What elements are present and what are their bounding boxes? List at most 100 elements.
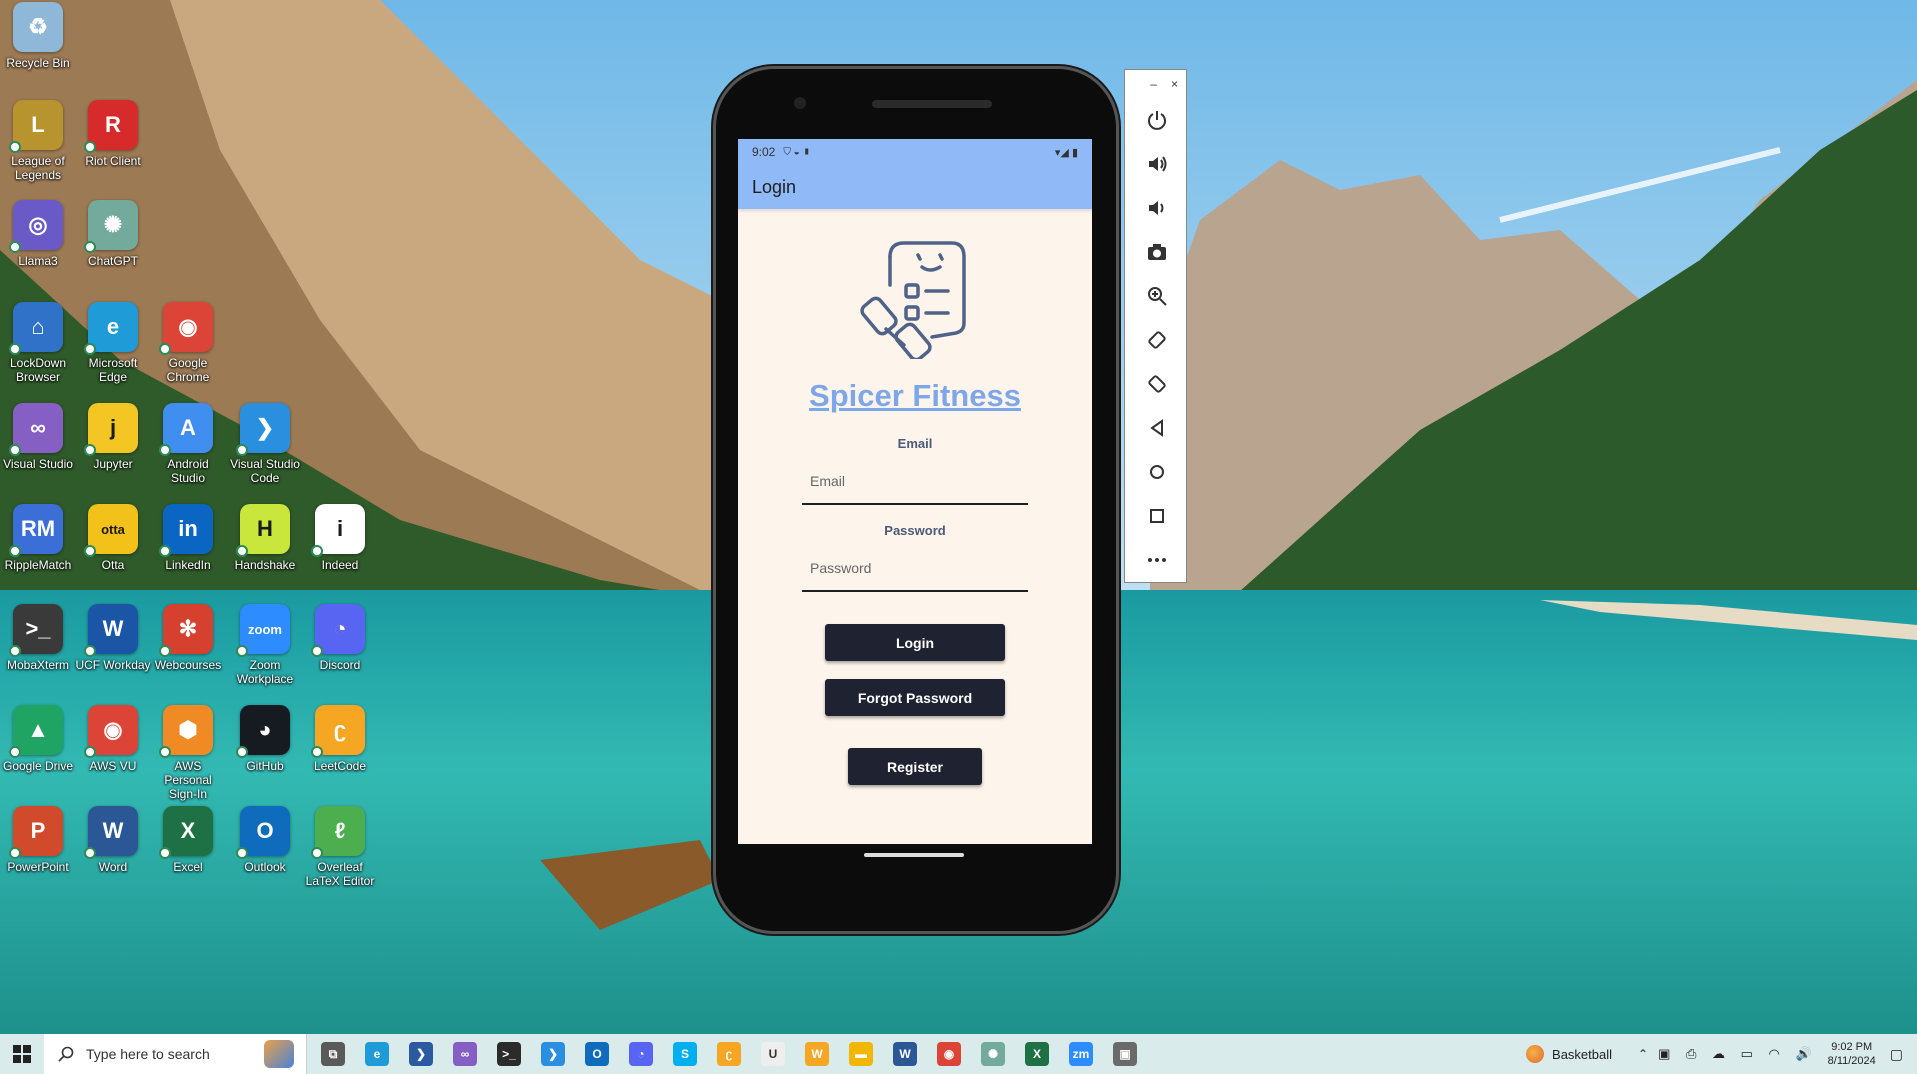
tray-icons[interactable]: ▣ ⎙ ☁ ▭ ◠ 🔊	[1658, 1046, 1818, 1062]
screenshot-button[interactable]	[1125, 230, 1188, 274]
excel-taskbar-button[interactable]: X	[1015, 1034, 1059, 1074]
rotate-right-button[interactable]	[1125, 362, 1188, 406]
rotate-left-icon	[1147, 331, 1166, 349]
desktop-icon-excel[interactable]: X Excel	[150, 806, 226, 874]
desktop-icon-github[interactable]: ◕ GitHub	[227, 705, 303, 773]
terminal-taskbar-button[interactable]: >_	[487, 1034, 531, 1074]
app-bar-title: Login	[752, 176, 797, 197]
desktop-icon-league-of-legends[interactable]: L League of Legends	[0, 100, 76, 182]
skype-icon: S	[673, 1042, 697, 1066]
visual-studio-taskbar-button[interactable]: ∞	[443, 1034, 487, 1074]
phone-screen[interactable]: 9:02 ⛉ ◒ ▮ ▾◢ ▮ Login Spicer Fitness Ema…	[738, 139, 1092, 844]
back-icon	[1149, 419, 1163, 437]
desktop-icon-jupyter[interactable]: j Jupyter	[75, 403, 151, 471]
recycle-bin-icon: ♻	[13, 2, 63, 52]
desktop-icon-google-drive[interactable]: ▲ Google Drive	[0, 705, 76, 773]
desktop-icon-label: Microsoft Edge	[88, 356, 138, 384]
emulator-taskbar-button[interactable]: ▣	[1103, 1034, 1147, 1074]
desktop-icon-otta[interactable]: otta Otta	[75, 504, 151, 572]
edge-taskbar-button[interactable]: e	[355, 1034, 399, 1074]
desktop-icon-aws-personal-sign-in[interactable]: ⬢ AWS Personal Sign-In	[150, 705, 226, 801]
desktop-icon-word[interactable]: W Word	[75, 806, 151, 874]
desktop-icon-zoom-workplace[interactable]: zoom Zoom Workplace	[227, 604, 303, 686]
overview-button[interactable]	[1125, 494, 1188, 538]
chatgpt-taskbar-button[interactable]: ✺	[971, 1034, 1015, 1074]
desktop-icon-linkedin[interactable]: in LinkedIn	[150, 504, 226, 572]
desktop-icon-google-chrome[interactable]: ◉ Google Chrome	[150, 302, 226, 384]
chevron-up-icon[interactable]: ⌃	[1638, 1047, 1648, 1061]
rotate-right-icon	[1147, 375, 1166, 393]
login-button[interactable]: Login	[825, 624, 1005, 661]
leetcode-taskbar-button[interactable]: ʗ	[707, 1034, 751, 1074]
desktop-icon-label: PowerPoint	[7, 860, 69, 874]
desktop-icon-android-studio[interactable]: A Android Studio	[150, 403, 226, 485]
word-taskbar-button[interactable]: W	[883, 1034, 927, 1074]
desktop-icon-leetcode[interactable]: ʗ LeetCode	[302, 705, 378, 773]
app-brand-link[interactable]: Spicer Fitness	[738, 378, 1092, 414]
zoom-button[interactable]	[1125, 274, 1188, 318]
volume-up-button[interactable]	[1125, 142, 1188, 186]
workday-taskbar-button[interactable]: W	[795, 1034, 839, 1074]
notification-center-icon[interactable]: ▢	[1890, 1046, 1903, 1063]
close-button[interactable]: ×	[1171, 77, 1178, 91]
password-field[interactable]	[802, 546, 1028, 590]
register-button[interactable]: Register	[848, 748, 982, 785]
sync-check-icon	[9, 343, 21, 355]
desktop-icon-overleaf-latex-editor[interactable]: ℓ Overleaf LaTeX Editor	[302, 806, 378, 888]
desktop-icon-riot-client[interactable]: R Riot Client	[75, 100, 151, 168]
back-button[interactable]	[1125, 406, 1188, 450]
desktop-icon-mobaxterm[interactable]: >_ MobaXterm	[0, 604, 76, 672]
vscode-taskbar-button[interactable]: ❯	[531, 1034, 575, 1074]
desktop-icon-visual-studio-code[interactable]: ❯ Visual Studio Code	[227, 403, 303, 485]
desktop-icon-outlook[interactable]: O Outlook	[227, 806, 303, 874]
forgot-password-button[interactable]: Forgot Password	[825, 679, 1005, 716]
task-view-taskbar-button[interactable]: ⧉	[311, 1034, 355, 1074]
desktop-icon-ucf-workday[interactable]: W UCF Workday	[75, 604, 151, 672]
clock[interactable]: 9:02 PM 8/11/2024	[1828, 1040, 1876, 1068]
desktop-icon-label: GitHub	[246, 759, 284, 773]
sync-check-icon	[159, 444, 171, 456]
email-field[interactable]	[802, 459, 1028, 503]
desktop-icon-microsoft-edge[interactable]: e Microsoft Edge	[75, 302, 151, 384]
home-button[interactable]	[1125, 450, 1188, 494]
desktop-icon-recycle-bin[interactable]: ♻ Recycle Bin	[0, 2, 76, 70]
start-button[interactable]	[0, 1034, 44, 1074]
desktop-icon-ripplematch[interactable]: RM RippleMatch	[0, 504, 76, 572]
desktop-icon-visual-studio[interactable]: ∞ Visual Studio	[0, 403, 76, 471]
desktop-icon-llama3[interactable]: ◎ Llama3	[0, 200, 76, 268]
desktop-icon-discord[interactable]: ◔ Discord	[302, 604, 378, 672]
ucf-taskbar-button[interactable]: U	[751, 1034, 795, 1074]
desktop-icon-indeed[interactable]: i Indeed	[302, 504, 378, 572]
power-button[interactable]	[1125, 98, 1188, 142]
microsoft-edge-icon: e	[84, 302, 138, 355]
sync-check-icon	[159, 545, 171, 557]
desktop-icon-powerpoint[interactable]: P PowerPoint	[0, 806, 76, 874]
sync-check-icon	[236, 444, 248, 456]
volume-down-button[interactable]	[1125, 186, 1188, 230]
discord-icon: ◔	[311, 604, 365, 657]
lockdown-browser-icon: ⌂	[9, 302, 63, 355]
desktop-icon-label: Google Drive	[2, 759, 74, 773]
desktop-icon-lockdown-browser[interactable]: ⌂ LockDown Browser	[0, 302, 76, 384]
desktop-icon-handshake[interactable]: H Handshake	[227, 504, 303, 572]
minimize-button[interactable]: –	[1150, 77, 1157, 91]
clock-date: 8/11/2024	[1827, 1055, 1876, 1067]
desktop-icon-webcourses[interactable]: ✻ Webcourses	[150, 604, 226, 672]
discord-taskbar-button[interactable]: ◔	[619, 1034, 663, 1074]
file-explorer-taskbar-button[interactable]: ▬	[839, 1034, 883, 1074]
taskbar-search-box[interactable]: Type here to search	[44, 1034, 307, 1074]
desktop-icon-label: Zoom Workplace	[236, 658, 294, 686]
weather-widget[interactable]: Basketball	[1552, 1047, 1612, 1062]
more-button[interactable]	[1125, 538, 1188, 582]
outlook-taskbar-button[interactable]: O	[575, 1034, 619, 1074]
rotate-left-button[interactable]	[1125, 318, 1188, 362]
skype-taskbar-button[interactable]: S	[663, 1034, 707, 1074]
desktop-icon-chatgpt[interactable]: ✺ ChatGPT	[75, 200, 151, 268]
desktop-icon-label: Riot Client	[85, 154, 141, 168]
sync-check-icon	[84, 545, 96, 557]
chrome-taskbar-button[interactable]: ◉	[927, 1034, 971, 1074]
zoom-taskbar-button[interactable]: zm	[1059, 1034, 1103, 1074]
powershell-taskbar-button[interactable]: ❯	[399, 1034, 443, 1074]
desktop-icon-aws-vu[interactable]: ◉ AWS VU	[75, 705, 151, 773]
gesture-home-bar[interactable]	[864, 853, 964, 857]
